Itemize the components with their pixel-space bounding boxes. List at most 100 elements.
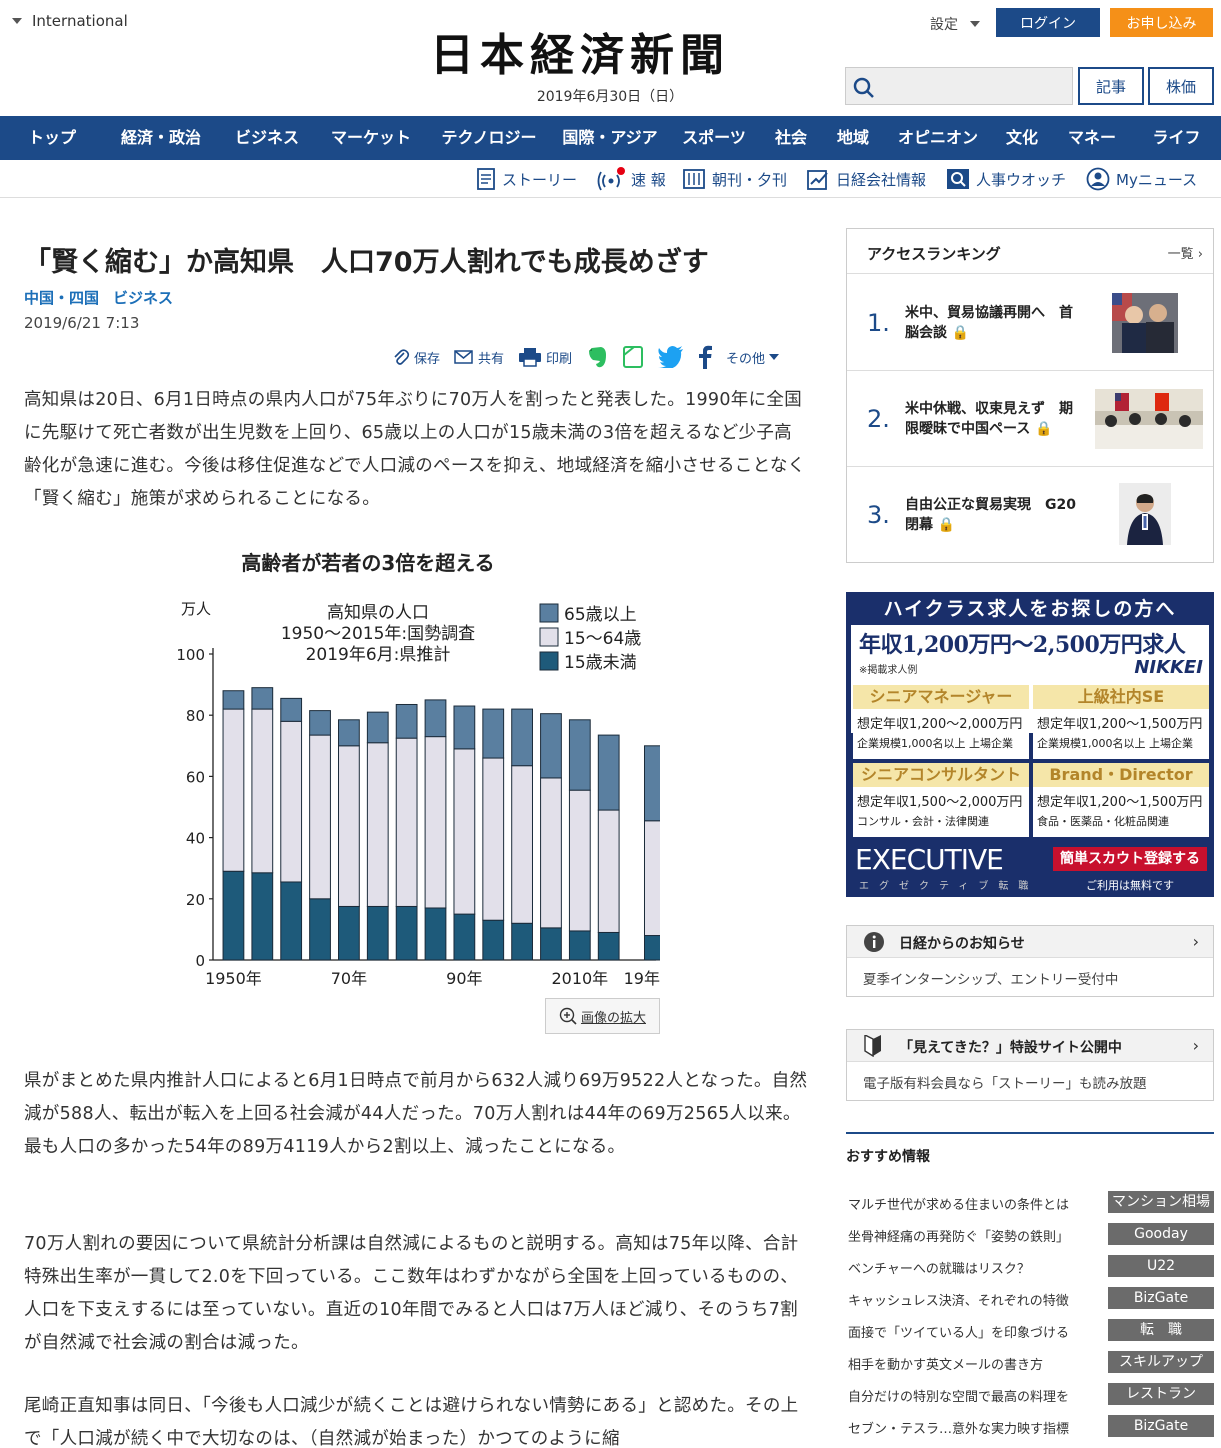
recommended-item[interactable]: 坐骨神経痛の再発防ぐ「姿勢の鉄則」 Gooday — [846, 1222, 1214, 1248]
search-article-button[interactable]: 記事 — [1078, 67, 1144, 105]
edition-label: International — [32, 12, 128, 30]
save-button[interactable]: 保存 — [392, 348, 440, 367]
login-button[interactable]: ログイン — [996, 8, 1100, 37]
recommended-item[interactable]: 相手を動かす英文メールの書き方 スキルアップ — [846, 1350, 1214, 1376]
subnav-flash[interactable]: 速 報 — [597, 166, 666, 192]
y-tick-label: 40 — [186, 830, 205, 848]
share-button[interactable]: 共有 — [454, 348, 504, 367]
nav-item[interactable]: テクノロジー — [426, 116, 552, 160]
ad-job-title: 上級社内SE — [1033, 685, 1209, 709]
nav-item[interactable]: 文化 — [992, 116, 1052, 160]
chevron-right-icon: › — [1192, 932, 1199, 951]
bar-segment-15to64 — [395, 737, 418, 907]
nav-item[interactable]: スポーツ — [668, 116, 760, 160]
recommended-item[interactable]: セブン・テスラ…意外な実力映す指標 BizGate — [846, 1414, 1214, 1440]
evernote-button[interactable] — [586, 345, 608, 369]
ad-salary: 年収1,200万円～2,500万円求人 — [859, 632, 1186, 658]
edition-selector[interactable]: International — [12, 12, 128, 30]
y-tick-label: 100 — [176, 646, 205, 664]
x-tick-label: 1950年 — [205, 969, 262, 988]
executive-ad-banner[interactable]: ハイクラス求人をお探しの方へ 年収1,200万円～2,500万円求人 ※掲載求人… — [846, 592, 1214, 897]
bar-segment-15to64 — [643, 820, 666, 937]
ranking-number: 2. — [867, 405, 890, 433]
subnav-story[interactable]: ストーリー — [476, 166, 577, 192]
legend-label: 15歳未満 — [564, 653, 637, 673]
subnav-people-label: 人事ウオッチ — [976, 170, 1067, 189]
evernote-icon — [589, 347, 607, 368]
subnav-people-watch[interactable]: 人事ウオッチ — [946, 166, 1066, 192]
ranking-headline: 米中、貿易協議再開へ 首脳会談 🔒 — [905, 303, 1077, 343]
subscribe-button[interactable]: お申し込み — [1110, 8, 1213, 37]
notice-body: 夏季インターンシップ、エントリー受付中 — [863, 972, 1119, 988]
news-thumbnail — [1119, 483, 1171, 545]
recommended-item[interactable]: マルチ世代が求める住まいの条件とは マンション相場 — [846, 1190, 1214, 1216]
bar-segment-under15 — [511, 922, 533, 961]
y-tick-label: 80 — [186, 707, 205, 725]
nav-item[interactable]: 社会 — [760, 116, 822, 160]
bar-segment-under15 — [338, 905, 360, 961]
subnav-morning-evening[interactable]: 朝刊・夕刊 — [682, 166, 787, 192]
ranking-more-link[interactable]: 一覧 › — [1168, 243, 1203, 262]
ranking-item[interactable]: 3. 自由公正な貿易実現 G20閉幕 🔒 — [847, 467, 1213, 563]
subnav-company-info[interactable]: 日経会社情報 — [806, 166, 926, 192]
nav-item[interactable]: ライフ — [1132, 116, 1221, 160]
bar-segment-15to64 — [222, 708, 245, 872]
nav-item[interactable]: マネー — [1052, 116, 1132, 160]
nav-item[interactable]: ビジネス — [218, 116, 316, 160]
ranking-item[interactable]: 2. 米中休戦、収束見えず 期限曖昧で中国ペース 🔒 — [847, 371, 1213, 467]
ranking-headline: 米中休戦、収束見えず 期限曖昧で中国ペース 🔒 — [905, 399, 1077, 439]
search-stock-button[interactable]: 株価 — [1148, 67, 1214, 105]
recommended-text: セブン・テスラ…意外な実力映す指標 — [848, 1422, 1070, 1437]
ad-job-title: シニアコンサルタント — [853, 763, 1029, 787]
sub-nav: ストーリー 速 報 朝刊・夕刊 日経会社情報 人事ウオッチ Myニュース — [0, 160, 1221, 198]
facebook-button[interactable] — [698, 345, 713, 369]
bar-segment-65plus — [643, 745, 666, 822]
search-box[interactable] — [845, 67, 1073, 105]
recommended-item[interactable]: ベンチャーへの就職はリスク？ U22 — [846, 1254, 1214, 1280]
story-notice[interactable]: 「見えてきた？」特設サイト公開中 › 電子版有料会員なら「ストーリー」も読み放題 — [846, 1029, 1214, 1101]
bar-segment-65plus — [280, 697, 303, 722]
ranking-header: アクセスランキング 一覧 › — [847, 229, 1213, 274]
bar-segment-65plus — [511, 708, 533, 767]
bar-segment-under15 — [366, 905, 389, 961]
ranking-item[interactable]: 1. 米中、貿易協議再開へ 首脳会談 🔒 — [847, 275, 1213, 371]
nav-item[interactable]: 経済・政治 — [104, 116, 218, 160]
bar-segment-under15 — [222, 870, 245, 961]
settings-menu[interactable]: 設定 — [930, 14, 980, 34]
enlarge-image-button[interactable]: 画像の拡大 — [545, 998, 660, 1034]
recommended-item[interactable]: 自分だけの特別な空間で最高の料理を レストラン — [846, 1382, 1214, 1408]
print-button[interactable]: 印刷 — [518, 347, 572, 367]
scout-register-button[interactable]: 簡単スカウト登録する — [1053, 847, 1207, 871]
x-tick-label: 19年6月 — [624, 969, 660, 988]
site-logo[interactable]: 日本経済新聞 — [430, 30, 795, 82]
nav-item[interactable]: オピニオン — [884, 116, 992, 160]
more-label: その他 — [726, 351, 766, 367]
news-thumbnail — [1112, 293, 1178, 353]
recommended-badge: Gooday — [1108, 1223, 1214, 1245]
subnav-story-label: ストーリー — [502, 170, 578, 189]
notice-header: 日経からのお知らせ › — [847, 926, 1213, 958]
article-paragraph: 尾崎正直知事は同日、「今後も人口減少が続くことは避けられない情勢にある」と認めた… — [24, 1396, 799, 1448]
recommended-item[interactable]: キャッシュレス決済、それぞれの特徴 BizGate — [846, 1286, 1214, 1312]
bar-segment-under15 — [597, 931, 620, 961]
nav-item[interactable]: マーケット — [316, 116, 426, 160]
ad-job-detail: 食品・医薬品・化粧品関連 — [1037, 815, 1169, 828]
nikkei-notice[interactable]: 日経からのお知らせ › 夏季インターンシップ、エントリー受付中 — [846, 925, 1214, 997]
bookmark-button[interactable] — [622, 345, 644, 369]
more-button[interactable]: その他 — [726, 348, 780, 367]
recommended-item[interactable]: 面接で「ツイている人」を印象づける 転 職 — [846, 1318, 1214, 1344]
recommended-badge: 転 職 — [1108, 1319, 1214, 1341]
bar-segment-65plus — [424, 699, 447, 738]
nav-item[interactable]: トップ — [0, 116, 104, 160]
tag-business[interactable]: ビジネス — [113, 287, 173, 308]
notice-title: 「見えてきた？」特設サイト公開中 — [899, 1040, 1122, 1056]
nav-item[interactable]: 地域 — [822, 116, 884, 160]
search-icon[interactable] — [852, 76, 876, 100]
tag-region[interactable]: 中国・四国 — [24, 287, 99, 308]
twitter-button[interactable] — [658, 346, 684, 368]
search-input[interactable] — [882, 72, 1068, 100]
subnav-mynews[interactable]: Myニュース — [1086, 166, 1197, 192]
bar-segment-under15 — [643, 935, 666, 961]
printer-icon — [519, 348, 542, 367]
nav-item[interactable]: 国際・アジア — [552, 116, 668, 160]
